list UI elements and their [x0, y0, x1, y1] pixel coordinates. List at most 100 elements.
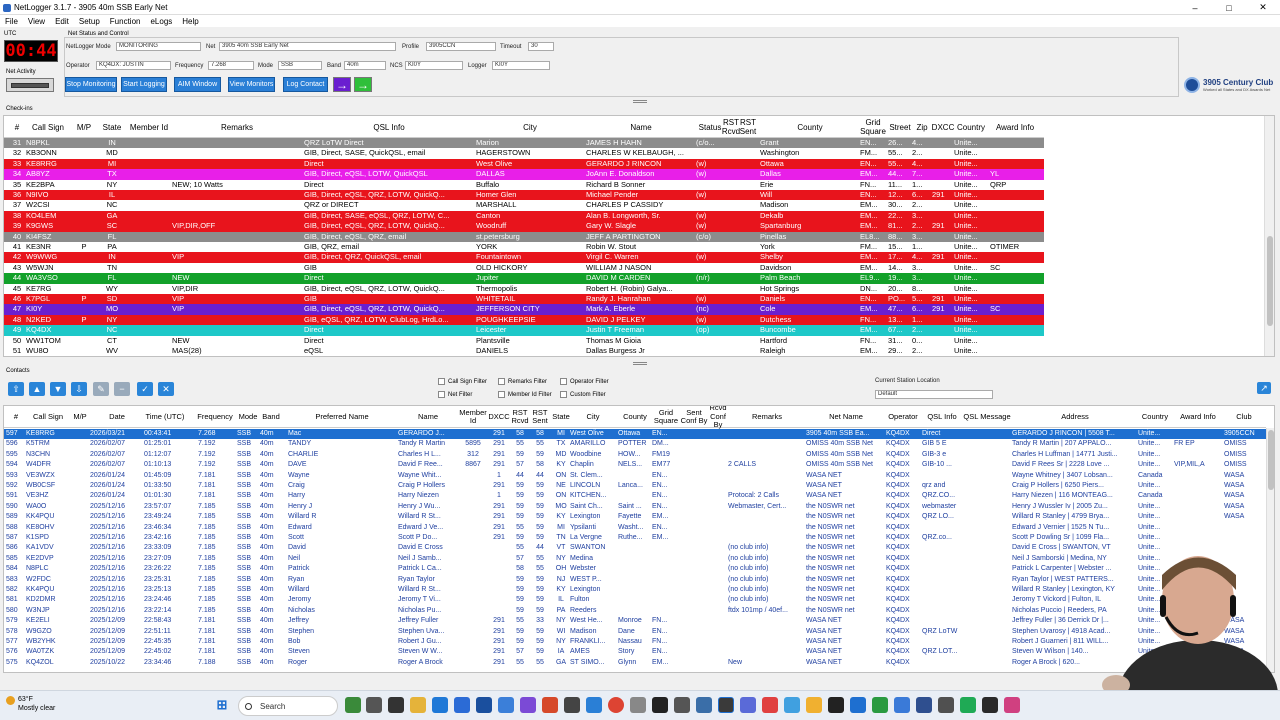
checkins-column-header[interactable]: M/P — [70, 116, 98, 138]
contact-row[interactable]: 590 WA0O 2025/12/16 23:57:07 7.185 SSB 40m Henr… — [4, 502, 1266, 512]
app-icon-2[interactable] — [498, 697, 514, 713]
checkin-row[interactable]: 34 AB8YZ TX GIB, Direct, eQSL, LOTW, QuickQ… — [4, 169, 1044, 180]
contacts-column-header[interactable]: Frequency — [197, 406, 232, 428]
menu-edit[interactable]: Edit — [50, 17, 74, 26]
move-up-icon[interactable]: ▲ — [29, 382, 45, 396]
checkin-row[interactable]: 32 KB3ONN MD GIB, Direct, SASE, QuickQSL, e… — [4, 148, 1044, 159]
maximize-button[interactable]: □ — [1212, 0, 1246, 15]
contacts-column-header[interactable]: Preferred Name — [288, 406, 396, 428]
contacts-column-header[interactable]: State — [550, 406, 572, 428]
checkins-column-header[interactable]: Member Id — [126, 116, 172, 138]
contacts-column-header[interactable]: RST Rcvd — [510, 406, 530, 428]
netlogger-mode-field[interactable]: MONITORING — [116, 42, 201, 51]
contacts-column-header[interactable]: Member Id — [458, 406, 488, 428]
windows-start-icon[interactable]: ⊞ — [214, 697, 230, 713]
menu-file[interactable]: File — [0, 17, 23, 26]
contacts-column-header[interactable]: QSL Info — [922, 406, 962, 428]
widgets-icon[interactable] — [345, 697, 361, 713]
app-icon-11[interactable] — [740, 697, 756, 713]
checkins-column-header[interactable]: RST Rcvd — [722, 116, 740, 138]
checkins-column-header[interactable]: Zip — [912, 116, 932, 138]
file-explorer-icon[interactable] — [410, 697, 426, 713]
contacts-column-header[interactable]: County — [618, 406, 652, 428]
contacts-column-header[interactable]: Call Sign — [26, 406, 70, 428]
contacts-column-header[interactable]: Name — [398, 406, 458, 428]
timeout-field[interactable]: 30 — [528, 42, 554, 51]
net-select[interactable]: 3905 40m SSB Early Net — [219, 42, 396, 51]
checkin-row[interactable]: 40 KI4FSZ FL GIB, Direct, eQSL, QRZ, email s… — [4, 231, 1044, 242]
contact-row[interactable]: 576 WA0TZK 2025/12/09 22:45:02 7.181 SSB 40m St… — [4, 647, 1266, 657]
minimize-button[interactable]: – — [1178, 0, 1212, 15]
call-sign-filter[interactable]: Call Sign Filter — [438, 378, 487, 385]
contact-row[interactable]: 580 W3NJP 2025/12/16 23:22:14 7.185 SSB 40m Nic… — [4, 606, 1266, 616]
contact-row[interactable]: 587 K1SPD 2025/12/16 23:42:16 7.185 SSB 40m Sco… — [4, 533, 1266, 543]
cancel-icon[interactable]: ✕ — [158, 382, 174, 396]
contact-row[interactable]: 581 KD2DMR 2025/12/16 23:24:46 7.185 SSB 40m Je… — [4, 595, 1266, 605]
checkins-column-header[interactable]: # — [8, 116, 26, 138]
contact-row[interactable]: 583 W2FDC 2025/12/16 23:25:31 7.185 SSB 40m Rya… — [4, 575, 1266, 585]
app-icon-16[interactable] — [850, 697, 866, 713]
app-icon-7[interactable] — [630, 697, 646, 713]
mode-select[interactable]: SSB — [278, 61, 322, 70]
stop-monitoring-button[interactable]: Stop Monitoring — [65, 77, 117, 92]
checkin-row[interactable]: 42 W9WWG IN VIP GIB, Direct, QRZ, QuickQSL, … — [4, 252, 1044, 263]
checkin-row[interactable]: 50 WW1TOM CT NEW Direct Plantsville Thomas M G… — [4, 335, 1044, 346]
contacts-column-header[interactable]: Date — [90, 406, 144, 428]
app-icon-5[interactable] — [564, 697, 580, 713]
close-button[interactable]: ✕ — [1246, 0, 1280, 15]
edge-icon[interactable] — [432, 697, 448, 713]
checkin-row[interactable]: 51 WU8O WV MAS(28) eQSL DANIELS Dallas Burgess… — [4, 346, 1044, 356]
contacts-column-header[interactable]: Remarks — [728, 406, 806, 428]
contacts-column-header[interactable]: Award Info — [1174, 406, 1222, 428]
contact-row[interactable]: 593 VE3WZX 2026/01/24 01:45:09 7.181 SSB 40m Wa… — [4, 471, 1266, 481]
contacts-column-header[interactable]: Operator — [886, 406, 920, 428]
contact-row[interactable]: 588 KE8OHV 2025/12/16 23:46:34 7.185 SSB 40m Ed… — [4, 523, 1266, 533]
contacts-scrollbar[interactable] — [1266, 428, 1274, 672]
menu-help[interactable]: Help — [177, 17, 203, 26]
app-icon-6[interactable] — [586, 697, 602, 713]
contacts-column-header[interactable]: Mode — [237, 406, 259, 428]
move-top-icon[interactable]: ⇧ — [8, 382, 24, 396]
checkins-column-header[interactable]: Call Sign — [26, 116, 70, 138]
profile-select[interactable]: 3905CCN — [426, 42, 496, 51]
checkins-scrollbar[interactable] — [1264, 116, 1274, 356]
custom-filter[interactable]: Custom Filter — [560, 391, 606, 398]
netlogger-taskbar-icon[interactable] — [718, 697, 734, 713]
contact-row[interactable]: 596 K5TRM 2026/02/07 01:25:01 7.192 SSB 40m TAN… — [4, 439, 1266, 449]
checkins-column-header[interactable]: State — [98, 116, 126, 138]
contact-row[interactable]: 578 W9GZO 2025/12/09 22:51:11 7.181 SSB 40m Ste… — [4, 627, 1266, 637]
app-icon-12[interactable] — [762, 697, 778, 713]
app-icon-4[interactable] — [542, 697, 558, 713]
start-logging-button[interactable]: Start Logging — [121, 77, 167, 92]
app-icon-22[interactable] — [982, 697, 998, 713]
contacts-column-header[interactable]: Grid Square — [652, 406, 680, 428]
operator-field[interactable]: KQ4DX: JUSTIN — [96, 61, 171, 70]
contacts-column-header[interactable]: Time (UTC) — [144, 406, 186, 428]
checkin-row[interactable]: 46 K7PGL P SD VIP GIB WHITETAIL Randy J. Hanrah… — [4, 294, 1044, 305]
move-bottom-icon[interactable]: ⇩ — [71, 382, 87, 396]
move-down-icon[interactable]: ▼ — [50, 382, 66, 396]
aim-window-button[interactable]: AIM Window — [174, 77, 221, 92]
checkins-column-header[interactable]: RST Sent — [738, 116, 758, 138]
checkin-row[interactable]: 43 W5WJN TN GIB OLD HICKORY WILLIAM J NASON Da… — [4, 262, 1044, 274]
checkins-column-header[interactable]: County — [760, 116, 860, 138]
checkin-row[interactable]: 37 W2CSI NC QRZ or DIRECT MARSHALL CHARLES P … — [4, 200, 1044, 211]
operator-filter[interactable]: Operator Filter — [560, 378, 609, 385]
app-icon-19[interactable] — [916, 697, 932, 713]
confirm-icon[interactable]: ✓ — [137, 382, 153, 396]
app-icon-21[interactable] — [960, 697, 976, 713]
contacts-grid[interactable]: # Call Sign M/P Date Time (UTC) Frequency Mode… — [3, 405, 1275, 673]
checkin-row[interactable]: 36 N9IVO IL GIB, Direct, eQSL, QRZ, LOTW, Q… — [4, 190, 1044, 201]
checkbox-icon[interactable] — [438, 391, 445, 398]
contact-row[interactable]: 582 KK4PQU 2025/12/16 23:25:13 7.185 SSB 40m Wi… — [4, 585, 1266, 595]
menu-setup[interactable]: Setup — [74, 17, 105, 26]
logger-field[interactable]: KI0Y — [492, 61, 550, 70]
contacts-column-header[interactable]: QSL Message — [962, 406, 1012, 428]
arrow-right-icon[interactable]: → — [333, 77, 351, 92]
checkins-column-header[interactable]: Grid Square — [860, 116, 886, 138]
splitter-grip[interactable] — [633, 100, 647, 103]
contacts-column-header[interactable]: # — [6, 406, 26, 428]
menu-function[interactable]: Function — [105, 17, 146, 26]
app-icon-15[interactable] — [828, 697, 844, 713]
contact-row[interactable]: 592 WB0CSF 2026/01/24 01:33:50 7.181 SSB 40m Cr… — [4, 481, 1266, 491]
